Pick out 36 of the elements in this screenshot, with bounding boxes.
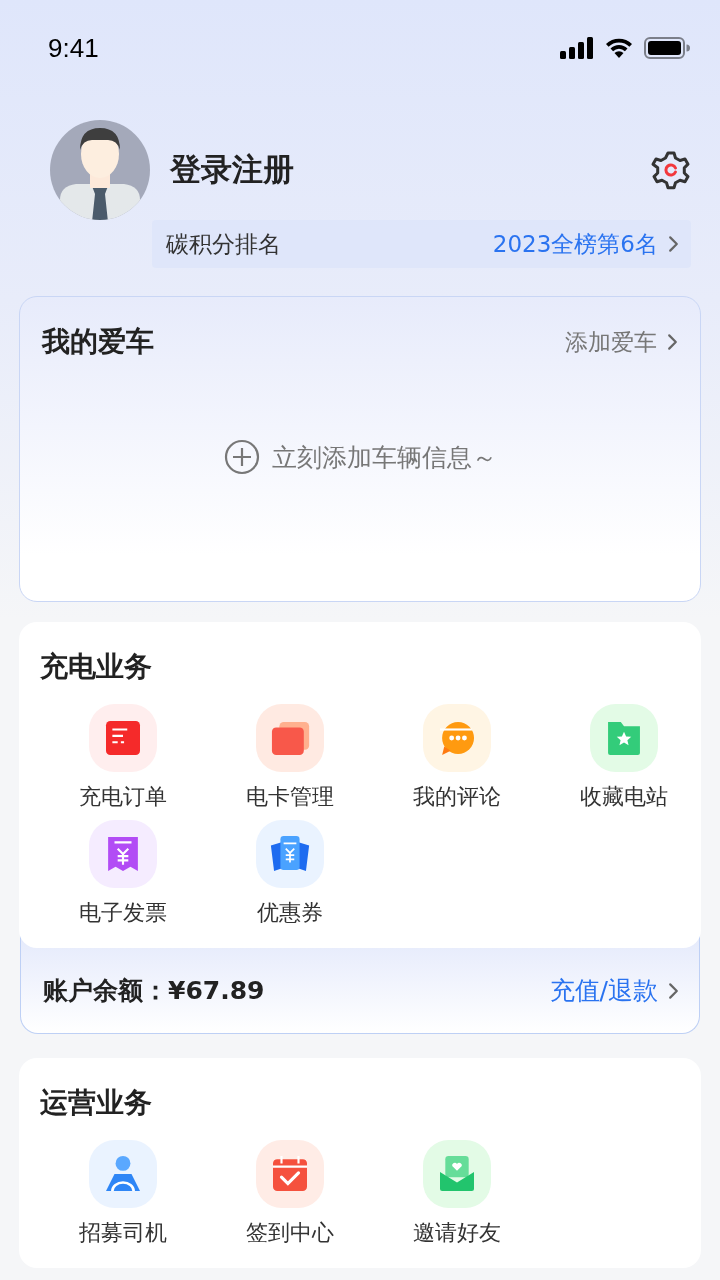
chevron-icon xyxy=(668,235,679,253)
add-vehicle-button[interactable]: 立刻添加车辆信息～ xyxy=(223,439,497,475)
calendar-check-icon xyxy=(255,1140,324,1208)
menu-item[interactable]: 优惠券 xyxy=(206,820,373,928)
rank-bar[interactable]: 碳积分排名 2023全榜第6名 xyxy=(152,220,691,268)
menu-item[interactable]: 电卡管理 xyxy=(206,704,373,812)
balance-text: 账户余额：¥67.89 xyxy=(43,975,265,1007)
section-title: 我的爱车 xyxy=(42,324,154,360)
receipt-icon xyxy=(88,820,157,888)
menu-item[interactable]: 招募司机 xyxy=(39,1140,206,1248)
ticket-icon xyxy=(255,820,324,888)
menu-item[interactable]: 收藏电站 xyxy=(540,704,707,812)
person-icon xyxy=(88,1140,157,1208)
settings-icon[interactable] xyxy=(651,150,691,190)
rank-value: 2023全榜第6名 xyxy=(492,229,658,259)
menu-item[interactable]: 我的评论 xyxy=(373,704,540,812)
cards-icon xyxy=(255,704,324,772)
chevron-icon xyxy=(667,333,678,351)
chevron-icon xyxy=(668,981,679,1000)
recharge-link[interactable]: 充值/退款 xyxy=(549,974,658,1007)
chat-bubble-icon xyxy=(422,704,491,772)
user-name[interactable]: 登录注册 xyxy=(170,149,651,191)
status-time: 9:41 xyxy=(48,32,99,64)
menu-item[interactable]: 充电订单 xyxy=(39,704,206,812)
add-car-link[interactable]: 添加爱车 xyxy=(565,326,657,358)
wifi-icon xyxy=(604,37,634,59)
battery-icon xyxy=(644,37,690,59)
section-title: 运营业务 xyxy=(40,1085,153,1121)
menu-item[interactable]: 邀请好友 xyxy=(373,1140,540,1248)
signal-icon xyxy=(560,37,594,59)
plus-circle-icon xyxy=(223,439,260,475)
section-title: 充电业务 xyxy=(40,649,153,685)
menu-item[interactable]: 电子发票 xyxy=(39,820,206,928)
rank-label: 碳积分排名 xyxy=(166,229,281,259)
menu-item[interactable]: 签到中心 xyxy=(206,1140,373,1248)
list-icon xyxy=(88,704,157,772)
